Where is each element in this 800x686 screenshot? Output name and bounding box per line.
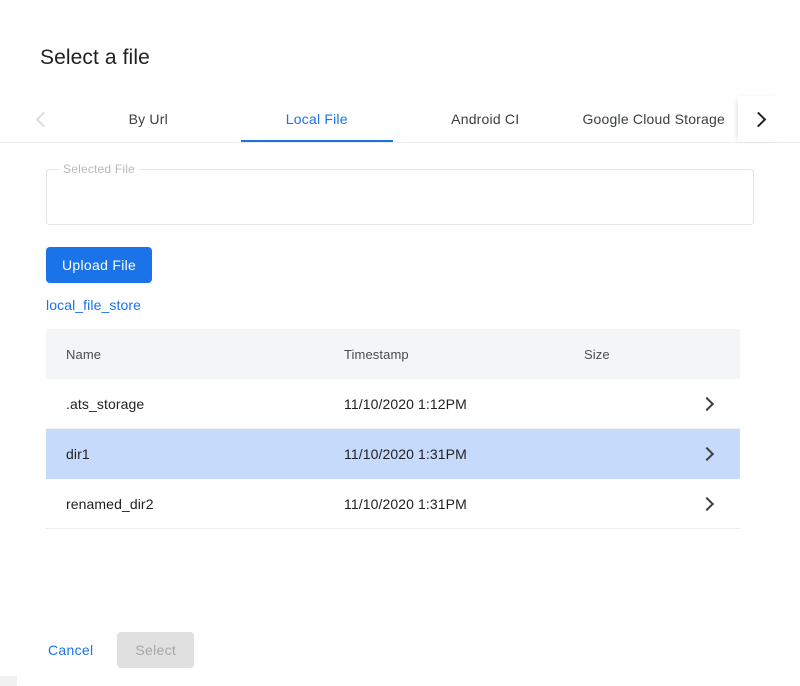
row-open-button[interactable] [684,449,740,459]
chevron-right-icon [700,496,714,510]
selected-file-field: Selected File [46,169,754,225]
table-row[interactable]: renamed_dir2 11/10/2020 1:31PM [46,479,740,529]
tab-label: Local File [286,111,348,127]
column-header-name: Name [46,347,344,362]
cell-name: dir1 [46,446,344,462]
selected-file-input[interactable] [60,185,740,201]
tab-label: By Url [129,111,168,127]
file-table: Name Timestamp Size .ats_storage 11/10/2… [46,329,740,529]
select-file-dialog: Select a file By Url Local File Android … [0,0,800,686]
tab-android-ci[interactable]: Android CI [401,96,570,142]
row-open-button[interactable] [684,399,740,409]
cell-timestamp: 11/10/2020 1:31PM [344,446,584,462]
page-title: Select a file [0,0,800,72]
cell-name: .ats_storage [46,396,344,412]
tab-local-file[interactable]: Local File [233,96,402,142]
table-row[interactable]: dir1 11/10/2020 1:31PM [46,429,740,479]
window-edge-strip [0,676,17,686]
tab-scroll-right-button[interactable] [738,96,782,142]
cell-timestamp: 11/10/2020 1:12PM [344,396,584,412]
selected-file-label: Selected File [59,161,139,177]
tab-google-cloud-storage[interactable]: Google Cloud Storage [570,96,739,142]
tab-bar: By Url Local File Android CI Google Clou… [0,96,800,143]
tab-by-url[interactable]: By Url [64,96,233,142]
table-row[interactable]: .ats_storage 11/10/2020 1:12PM [46,379,740,429]
dialog-footer: Cancel Select [0,632,800,668]
tab-label: Android CI [451,111,519,127]
chevron-right-icon [700,446,714,460]
cell-name: renamed_dir2 [46,496,344,512]
tab-list: By Url Local File Android CI Google Clou… [64,96,738,142]
cell-timestamp: 11/10/2020 1:31PM [344,496,584,512]
upload-file-button[interactable]: Upload File [46,247,152,283]
chevron-right-icon [751,111,767,127]
chevron-left-icon [36,111,52,127]
table-header-row: Name Timestamp Size [46,329,740,379]
row-open-button[interactable] [684,499,740,509]
tab-label: Google Cloud Storage [582,111,725,127]
column-header-size: Size [584,347,684,362]
column-header-timestamp: Timestamp [344,347,584,362]
cancel-button[interactable]: Cancel [40,632,101,668]
tab-scroll-left-button[interactable] [20,96,64,142]
dialog-body: Selected File Upload File local_file_sto… [0,143,800,686]
select-button[interactable]: Select [117,632,194,668]
upload-row: Upload File [46,247,754,283]
chevron-right-icon [700,396,714,410]
breadcrumb[interactable]: local_file_store [46,297,141,313]
